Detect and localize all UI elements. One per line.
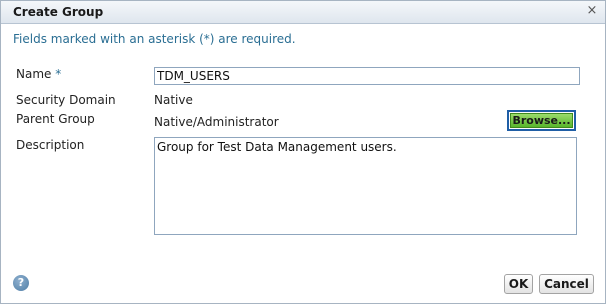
create-group-dialog: Create Group × Fields marked with an ast… — [0, 0, 606, 304]
name-input[interactable] — [154, 67, 580, 85]
name-label: Name * — [16, 67, 61, 81]
security-domain-value: Native — [154, 93, 193, 107]
browse-button-focus: Browse... — [507, 110, 576, 131]
security-domain-label: Security Domain — [16, 93, 116, 107]
dialog-titlebar: Create Group × — [1, 1, 605, 24]
name-label-text: Name — [16, 67, 52, 81]
required-asterisk: * — [55, 67, 62, 81]
cancel-button[interactable]: Cancel — [539, 274, 594, 294]
parent-group-value: Native/Administrator — [154, 115, 279, 129]
browse-button[interactable]: Browse... — [510, 113, 573, 128]
description-textarea[interactable]: Group for Test Data Management users. — [154, 137, 577, 235]
help-icon[interactable]: ? — [13, 275, 29, 291]
dialog-title: Create Group — [13, 5, 104, 19]
close-icon[interactable]: × — [585, 4, 599, 18]
parent-group-label: Parent Group — [16, 112, 95, 126]
required-fields-note: Fields marked with an asterisk (*) are r… — [13, 32, 296, 46]
description-label: Description — [16, 138, 85, 152]
ok-button[interactable]: OK — [504, 274, 533, 294]
